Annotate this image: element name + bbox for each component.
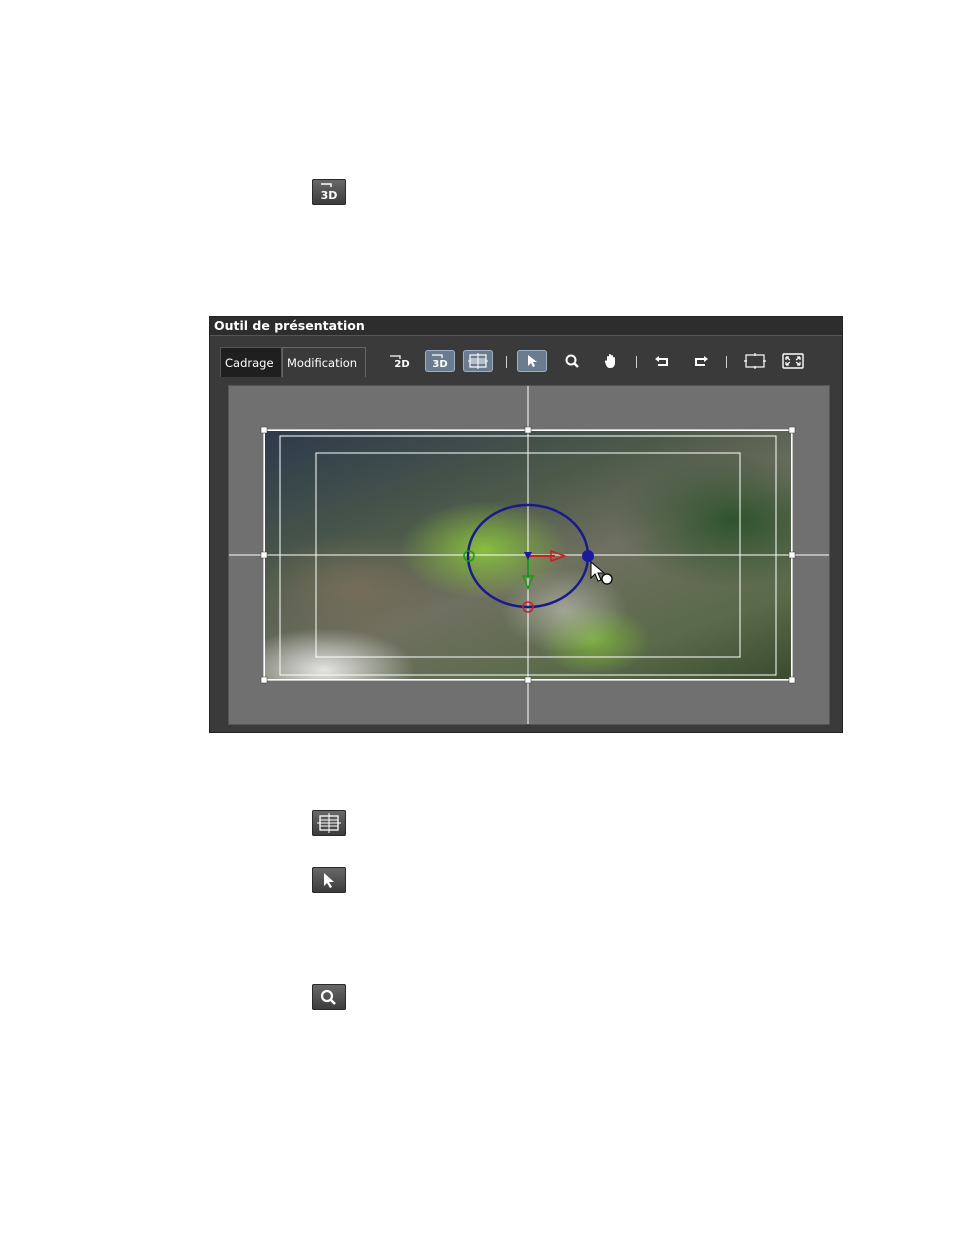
rotate-cursor-icon [601,573,613,585]
rotation-handle [582,550,594,562]
redo-button[interactable] [686,350,716,372]
pan-tool-button[interactable] [596,350,626,372]
toolbar-separator [636,356,637,368]
grid-target-icon [312,810,346,836]
preview-viewport[interactable] [228,385,830,725]
handle-top-left [260,426,268,434]
2d-icon-label: 2D [394,359,409,370]
redo-icon [695,356,708,366]
2d-mode-icon: 2D [390,355,410,370]
3d-mode-icon: 3D [432,354,448,370]
undo-button[interactable] [647,350,677,372]
grid-target-button[interactable] [463,350,493,372]
arrow-cursor-icon [528,355,537,367]
tab-cadrage[interactable]: Cadrage [220,347,282,377]
transform-overlay[interactable] [229,386,829,724]
arrow-cursor-icon [312,867,346,893]
2d-mode-button[interactable]: 2D [386,350,416,372]
presentation-tool-panel: Outil de présentation Cadrage Modificati… [209,316,843,733]
handle-right [788,551,796,559]
handle-left [260,551,268,559]
fit-frame-icon [744,353,766,369]
tab-modification[interactable]: Modification [282,347,366,377]
handle-bottom [524,676,532,684]
handle-bottom-left [260,676,268,684]
3d-mode-icon: 3D [312,179,346,205]
fullscreen-icon [782,353,804,369]
handle-bottom-right [788,676,796,684]
3d-mode-button[interactable]: 3D [425,350,455,372]
3d-icon-label: 3D [321,189,338,202]
handle-top-right [788,426,796,434]
magnifier-icon [312,984,346,1010]
panel-title: Outil de présentation [210,317,842,336]
grid-target-icon [468,353,488,369]
hand-icon [604,354,615,368]
fit-frame-button[interactable] [740,350,770,372]
toolbar: Cadrage Modification 2D 3D [220,347,836,377]
3d-icon-label: 3D [432,359,447,370]
undo-icon [655,356,668,366]
toolbar-separator [506,356,507,368]
zoom-tool-button[interactable] [557,350,587,372]
fullscreen-button[interactable] [778,350,808,372]
magnifier-icon [565,354,579,368]
handle-top [524,426,532,434]
toolbar-separator [726,356,727,368]
select-tool-button[interactable] [517,350,547,372]
